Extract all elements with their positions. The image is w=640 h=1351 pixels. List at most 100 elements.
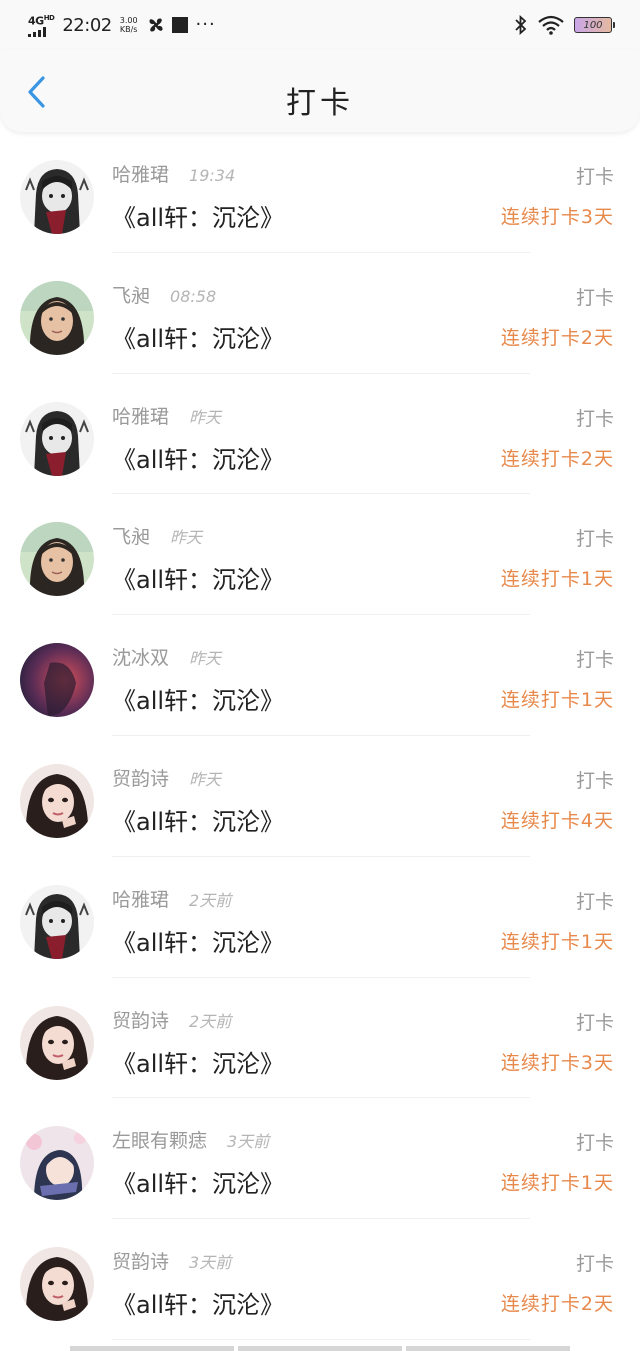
action-label: 打卡 <box>575 1253 614 1276</box>
username[interactable]: 哈雅珺 <box>112 885 169 912</box>
fan-icon <box>149 18 163 32</box>
checkin-item[interactable]: 贸韵诗 昨天 打卡 《all轩：沉沦》 连续打卡4天 <box>0 736 640 857</box>
checkin-time: 2天前 <box>189 1011 232 1031</box>
divider <box>112 1338 530 1340</box>
network-indicator: 4GHD <box>28 13 55 38</box>
book-title[interactable]: 《all轩：沉沦》 <box>112 1285 284 1320</box>
avatar[interactable] <box>20 1005 94 1080</box>
battery-level: 100 <box>583 19 603 31</box>
username[interactable]: 飞昶 <box>112 522 150 549</box>
username[interactable]: 飞昶 <box>112 281 150 308</box>
checkin-item[interactable]: 飞昶 08:58 打卡 《all轩：沉沦》 连续打卡2天 <box>0 253 640 374</box>
avatar[interactable] <box>20 401 94 476</box>
photo-girl-avatar <box>20 522 94 597</box>
username[interactable]: 沈冰双 <box>112 643 169 670</box>
cartoon-girl-avatar <box>20 401 94 476</box>
avatar[interactable] <box>20 884 94 959</box>
checkin-time: 08:58 <box>170 286 217 306</box>
speed-value: 3.00 <box>119 16 138 25</box>
book-title[interactable]: 《all轩：沉沦》 <box>112 319 284 354</box>
network-type: 4G <box>28 14 44 28</box>
book-title[interactable]: 《all轩：沉沦》 <box>112 198 284 233</box>
streak-label: 连续打卡3天 <box>500 206 614 228</box>
streak-label: 连续打卡4天 <box>500 809 614 832</box>
avatar[interactable] <box>20 643 94 718</box>
action-label: 打卡 <box>575 528 614 551</box>
username[interactable]: 贸韵诗 <box>112 764 169 791</box>
avatar[interactable] <box>20 160 94 234</box>
nav-bar: 打卡 <box>0 50 640 132</box>
more-notifications-icon: ··· <box>195 14 216 35</box>
username[interactable]: 贸韵诗 <box>112 1006 169 1033</box>
network-speed: 3.00 KB/s <box>120 16 138 34</box>
action-label: 打卡 <box>575 407 614 430</box>
wifi-icon <box>538 15 564 35</box>
action-label: 打卡 <box>575 1132 614 1155</box>
book-title[interactable]: 《all轩：沉沦》 <box>112 1164 284 1199</box>
checkin-time: 3天前 <box>227 1132 270 1152</box>
screen: 4GHD 22:02 3.00 KB/s ··· 100 打卡 哈雅珺 19:3… <box>0 0 640 1351</box>
bottom-indicator <box>70 1346 570 1351</box>
checkin-item[interactable]: 飞昶 昨天 打卡 《all轩：沉沦》 连续打卡1天 <box>0 494 640 616</box>
streak-label: 连续打卡3天 <box>500 1051 614 1074</box>
checkin-time: 昨天 <box>189 769 222 789</box>
streak-label: 连续打卡1天 <box>500 689 614 712</box>
username[interactable]: 哈雅珺 <box>112 402 169 429</box>
avatar[interactable] <box>20 522 94 597</box>
photo-girl-avatar <box>20 280 94 355</box>
notification-square-icon <box>171 17 188 33</box>
portrait-girl-avatar <box>20 1005 94 1080</box>
page-title: 打卡 <box>286 86 354 121</box>
checkin-item[interactable]: 哈雅珺 19:34 打卡 《all轩：沉沦》 连续打卡3天 <box>0 132 640 253</box>
checkin-time: 19:34 <box>189 166 236 185</box>
checkin-item[interactable]: 哈雅珺 2天前 打卡 《all轩：沉沦》 连续打卡1天 <box>0 857 640 978</box>
username[interactable]: 哈雅珺 <box>112 160 169 187</box>
checkin-item[interactable]: 贸韵诗 2天前 打卡 《all轩：沉沦》 连续打卡3天 <box>0 978 640 1099</box>
checkin-item[interactable]: 左眼有颗痣 3天前 打卡 《all轩：沉沦》 连续打卡1天 <box>0 1098 640 1220</box>
action-label: 打卡 <box>575 890 614 913</box>
speed-unit: KB/s <box>119 25 138 34</box>
book-title[interactable]: 《all轩：沉沦》 <box>112 681 284 716</box>
portrait-girl-avatar <box>20 763 94 838</box>
status-bar: 4GHD 22:02 3.00 KB/s ··· 100 <box>0 0 640 50</box>
checkin-time: 昨天 <box>189 649 222 669</box>
book-title[interactable]: 《all轩：沉沦》 <box>112 802 284 837</box>
checkin-item[interactable]: 沈冰双 昨天 打卡 《all轩：沉沦》 连续打卡1天 <box>0 615 640 736</box>
book-title[interactable]: 《all轩：沉沦》 <box>112 440 284 475</box>
network-hd: HD <box>43 13 55 22</box>
streak-label: 连续打卡2天 <box>500 1293 614 1316</box>
book-title[interactable]: 《all轩：沉沦》 <box>112 1044 284 1079</box>
checkin-item[interactable]: 贸韵诗 3天前 打卡 《all轩：沉沦》 连续打卡2天 <box>0 1219 640 1340</box>
avatar[interactable] <box>20 1126 94 1201</box>
streak-label: 连续打卡1天 <box>500 568 614 591</box>
portrait-girl-avatar <box>20 1247 94 1322</box>
status-time: 22:02 <box>62 14 112 36</box>
cartoon-girl-avatar <box>20 884 94 959</box>
book-title[interactable]: 《all轩：沉沦》 <box>112 560 284 595</box>
avatar[interactable] <box>20 1247 94 1322</box>
username[interactable]: 左眼有颗痣 <box>112 1126 207 1153</box>
avatar[interactable] <box>20 280 94 355</box>
battery-icon: 100 <box>574 17 615 33</box>
checkin-list: 哈雅珺 19:34 打卡 《all轩：沉沦》 连续打卡3天 飞昶 08:58 打… <box>0 132 640 1340</box>
checkin-item[interactable]: 哈雅珺 昨天 打卡 《all轩：沉沦》 连续打卡2天 <box>0 374 640 495</box>
checkin-time: 2天前 <box>189 890 232 910</box>
action-label: 打卡 <box>575 769 614 792</box>
checkin-time: 昨天 <box>170 528 203 548</box>
dark-red-photo-avatar <box>20 643 94 718</box>
streak-label: 连续打卡2天 <box>500 326 614 349</box>
action-label: 打卡 <box>575 1011 614 1034</box>
action-label: 打卡 <box>575 286 614 309</box>
bluetooth-icon <box>515 15 527 35</box>
action-label: 打卡 <box>575 166 614 188</box>
checkin-time: 昨天 <box>189 407 222 427</box>
book-title[interactable]: 《all轩：沉沦》 <box>112 923 284 958</box>
checkin-time: 3天前 <box>189 1253 232 1273</box>
username[interactable]: 贸韵诗 <box>112 1247 169 1274</box>
signal-icon <box>28 27 46 38</box>
streak-label: 连续打卡2天 <box>500 447 614 470</box>
status-right: 100 <box>514 15 615 35</box>
avatar[interactable] <box>20 763 94 838</box>
streak-label: 连续打卡1天 <box>500 930 614 953</box>
streak-label: 连续打卡1天 <box>500 1172 614 1195</box>
